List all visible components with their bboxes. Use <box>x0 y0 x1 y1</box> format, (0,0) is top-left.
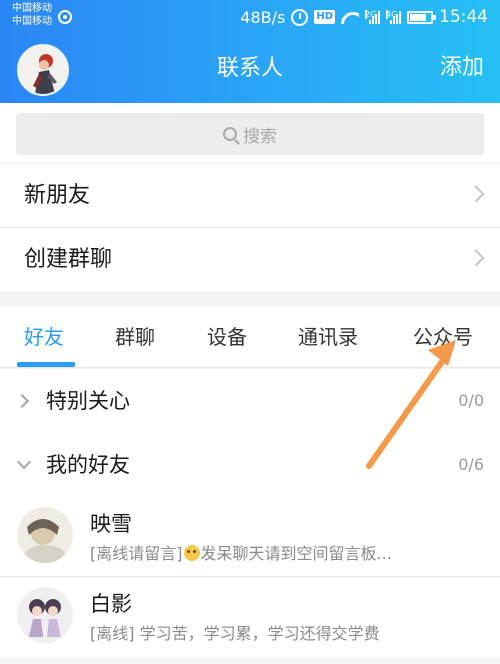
tab-groups[interactable]: 群聊 <box>115 306 155 368</box>
group-label: 我的好友 <box>46 453 130 477</box>
status-text: 学习苦，学习累，学习还得交学费 <box>134 624 380 643</box>
avatar <box>17 507 73 563</box>
carrier-info: 中国移动 中国移动 <box>12 2 52 28</box>
status-bar: 中国移动 中国移动 48B/s HD 2G 4G 15:44 <box>0 0 500 34</box>
carrier-label-1: 中国移动 <box>12 3 52 14</box>
chevron-right-icon <box>467 185 485 203</box>
signal-tag: 2G <box>365 10 377 19</box>
signal-tag-2: 4G <box>386 10 398 19</box>
friend-status: [离线请留言] 发呆聊天请到空间留言板... <box>90 543 490 565</box>
friend-status: [离线] 学习苦，学习累，学习还得交学费 <box>90 623 490 645</box>
hd-icon: HD <box>314 10 335 24</box>
avatar <box>17 587 73 643</box>
clock-time: 15:44 <box>439 7 488 27</box>
tab-friends[interactable]: 好友 <box>24 306 64 368</box>
group-count: 0/0 <box>458 391 484 410</box>
wifi-icon <box>341 10 359 24</box>
status-prefix: [离线] <box>90 624 135 643</box>
page-title: 联系人 <box>216 56 283 81</box>
create-group-row[interactable]: 创建群聊 <box>0 228 500 291</box>
group-label: 特别关心 <box>46 389 130 413</box>
group-count: 0/6 <box>458 455 484 474</box>
add-button[interactable]: 添加 <box>440 52 484 84</box>
active-tab-indicator <box>17 362 75 367</box>
alarm-icon <box>291 8 309 26</box>
header-bar: 中国移动 中国移动 48B/s HD 2G 4G 15:44 联系人 添加 <box>0 0 500 103</box>
list-item[interactable]: 映雪 [离线请留言] 发呆聊天请到空间留言板... <box>0 497 500 577</box>
new-friends-label: 新朋友 <box>24 183 91 208</box>
search-icon <box>223 127 237 141</box>
new-friends-row[interactable]: 新朋友 <box>0 164 500 227</box>
chevron-right-icon <box>467 249 485 267</box>
carrier-badge-icon <box>58 10 72 24</box>
carrier-label-2: 中国移动 <box>12 16 52 27</box>
list-item[interactable]: 白影 [离线] 学习苦，学习累，学习还得交学费 <box>0 577 500 657</box>
status-indicators: 48B/s HD 2G 4G 15:44 <box>240 6 488 28</box>
search-placeholder: 搜索 <box>243 126 277 147</box>
friend-avatar-image <box>17 587 73 643</box>
tab-devices[interactable]: 设备 <box>207 306 247 368</box>
friend-name: 映雪 <box>90 512 132 536</box>
contact-tabs: 好友 群聊 设备 通讯录 公众号 <box>0 306 500 368</box>
chevron-right-icon <box>14 393 30 409</box>
tab-official-accounts[interactable]: 公众号 <box>413 306 473 368</box>
tab-address-book[interactable]: 通讯录 <box>298 306 358 368</box>
dazed-emoji-icon <box>183 545 200 561</box>
friend-avatar-image <box>17 507 73 563</box>
friend-name: 白影 <box>90 592 132 616</box>
battery-icon <box>407 10 436 24</box>
chevron-down-icon <box>16 454 32 470</box>
signal-icon-2: 4G <box>386 10 401 24</box>
group-my-friends[interactable]: 我的好友 0/6 <box>0 433 500 497</box>
group-special-care[interactable]: 特别关心 0/0 <box>0 369 500 433</box>
status-text: 发呆聊天请到空间留言板... <box>200 544 392 563</box>
status-prefix: [离线请留言] <box>90 544 183 563</box>
net-speed: 48B/s <box>240 7 286 27</box>
search-input[interactable]: 搜索 <box>16 113 484 155</box>
create-group-label: 创建群聊 <box>24 247 113 272</box>
search-section: 搜索 <box>0 103 500 163</box>
signal-icon: 2G <box>365 10 380 24</box>
